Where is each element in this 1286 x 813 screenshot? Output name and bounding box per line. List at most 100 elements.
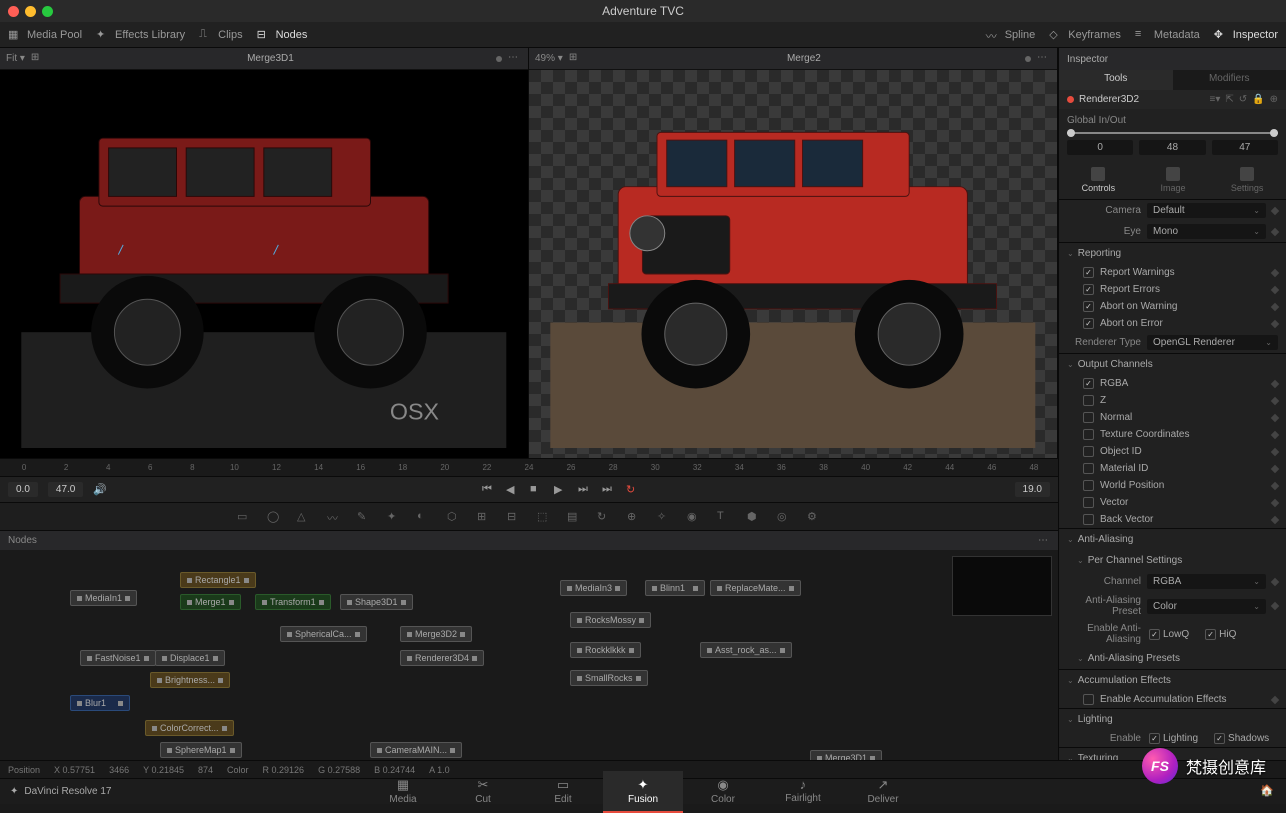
tool-09[interactable]: ⊞	[477, 510, 491, 524]
page-fusion[interactable]: ✦Fusion	[603, 771, 683, 813]
node-spheremap1[interactable]: SphereMap1	[160, 742, 242, 758]
aa-lowq-check[interactable]	[1149, 629, 1160, 640]
tool-07[interactable]: ◐	[417, 510, 431, 524]
outch-kf-3[interactable]	[1271, 430, 1279, 438]
page-cut[interactable]: ✂Cut	[443, 771, 523, 813]
outch-kf-8[interactable]	[1271, 515, 1279, 523]
shadows-check[interactable]	[1214, 733, 1225, 744]
section-accum[interactable]: Accumulation Effects	[1059, 670, 1286, 691]
outch-kf-4[interactable]	[1271, 447, 1279, 455]
node-mediain1[interactable]: MediaIn1	[70, 590, 137, 606]
aa-preset-select[interactable]: Color	[1147, 599, 1266, 614]
viewer1-viewport[interactable]: OSX	[0, 70, 528, 458]
timeline-ruler[interactable]: 0246810121416182022242628303234363840424…	[0, 458, 1058, 476]
node-lock-icon[interactable]: 🔒	[1252, 94, 1264, 105]
node-renderer3d4[interactable]: Renderer3D4	[400, 650, 484, 666]
tool-18[interactable]: ⬢	[747, 510, 761, 524]
outch-kf-5[interactable]	[1271, 464, 1279, 472]
clips-tab[interactable]: ⎍Clips	[199, 28, 242, 42]
range-start[interactable]: 0.0	[8, 482, 38, 497]
subtab-image[interactable]: Image	[1160, 167, 1185, 193]
node-blinn1[interactable]: Blinn1	[645, 580, 705, 596]
node-minimap[interactable]	[952, 556, 1052, 616]
section-per-channel[interactable]: Per Channel Settings	[1059, 550, 1286, 571]
viewer1-dot[interactable]	[496, 56, 502, 62]
aa-channel-kf[interactable]	[1271, 577, 1279, 585]
node-canvas[interactable]: MediaIn1 Rectangle1 Merge1 Transform1 Sh…	[0, 550, 1058, 778]
tool-12[interactable]: ▤	[567, 510, 581, 524]
subtab-settings[interactable]: Settings	[1231, 167, 1264, 193]
outch-check-3[interactable]	[1083, 429, 1094, 440]
eye-kf[interactable]	[1271, 227, 1279, 235]
tool-02[interactable]: ◯	[267, 510, 281, 524]
inspector-tab[interactable]: ✥Inspector	[1214, 28, 1278, 42]
close-window[interactable]	[8, 6, 19, 17]
minimize-window[interactable]	[25, 6, 36, 17]
global-out-val[interactable]: 47	[1212, 140, 1278, 155]
audio-icon[interactable]: 🔊	[93, 483, 107, 497]
viewer2-zoom[interactable]: 49% ▾	[535, 53, 563, 64]
tool-17[interactable]: T	[717, 510, 731, 524]
global-mid-val[interactable]: 48	[1139, 140, 1205, 155]
node-displace1[interactable]: Displace1	[155, 650, 225, 666]
viewer2-dot[interactable]	[1025, 56, 1031, 62]
loop-icon[interactable]: ↻	[626, 483, 640, 497]
lighting-check[interactable]	[1149, 733, 1160, 744]
tool-16[interactable]: ◉	[687, 510, 701, 524]
viewer2-viewport[interactable]	[529, 70, 1057, 458]
tool-10[interactable]: ⊟	[507, 510, 521, 524]
node-merge1[interactable]: Merge1	[180, 594, 241, 610]
section-lighting[interactable]: Lighting	[1059, 709, 1286, 730]
tool-19[interactable]: ◎	[777, 510, 791, 524]
range-end[interactable]: 47.0	[48, 482, 83, 497]
node-blur1[interactable]: Blur1	[70, 695, 130, 711]
node-reset-icon[interactable]: ↺	[1239, 94, 1247, 105]
tool-15[interactable]: ✧	[657, 510, 671, 524]
renderer-type-select[interactable]: OpenGL Renderer	[1147, 335, 1278, 350]
metadata-tab[interactable]: ≡Metadata	[1135, 28, 1200, 42]
page-media[interactable]: ▦Media	[363, 771, 443, 813]
inspector-tab-modifiers[interactable]: Modifiers	[1173, 70, 1286, 90]
tool-04[interactable]: 〰	[327, 510, 341, 524]
viewer1-opts-icon[interactable]: ⋯	[508, 52, 522, 66]
step-back-icon[interactable]: ◀	[506, 483, 520, 497]
nodes-tab[interactable]: ⊟Nodes	[257, 28, 308, 42]
section-reporting[interactable]: Reporting	[1059, 243, 1286, 264]
eye-select[interactable]: Mono	[1147, 224, 1266, 239]
node-versions-icon[interactable]: ≡▾	[1210, 94, 1221, 105]
section-output-channels[interactable]: Output Channels	[1059, 354, 1286, 375]
outch-check-0[interactable]	[1083, 378, 1094, 389]
node-cameramain[interactable]: CameraMAIN...	[370, 742, 462, 758]
node-shape3d1[interactable]: Shape3D1	[340, 594, 413, 610]
tool-13[interactable]: ↻	[597, 510, 611, 524]
keyframes-tab[interactable]: ◇Keyframes	[1049, 28, 1121, 42]
reporting-kf-0[interactable]	[1271, 268, 1279, 276]
page-fairlight[interactable]: ♪Fairlight	[763, 771, 843, 813]
tool-06[interactable]: ✦	[387, 510, 401, 524]
node-replacemate[interactable]: ReplaceMate...	[710, 580, 801, 596]
home-icon[interactable]: 🏠	[1260, 784, 1276, 800]
viewer1-fit[interactable]: Fit ▾	[6, 53, 25, 64]
maximize-window[interactable]	[42, 6, 53, 17]
tool-20[interactable]: ⚙	[807, 510, 821, 524]
reporting-check-1[interactable]	[1083, 284, 1094, 295]
node-pin-icon[interactable]: ⇱	[1225, 94, 1233, 105]
play-icon[interactable]: ▶	[554, 483, 568, 497]
aa-preset-kf[interactable]	[1271, 602, 1279, 610]
aa-hiq-check[interactable]	[1205, 629, 1216, 640]
tool-11[interactable]: ⬚	[537, 510, 551, 524]
outch-check-2[interactable]	[1083, 412, 1094, 423]
node-merge3d2[interactable]: Merge3D2	[400, 626, 472, 642]
outch-check-7[interactable]	[1083, 497, 1094, 508]
node-enable-dot[interactable]	[1067, 96, 1074, 103]
goto-start-icon[interactable]: ⏮	[482, 483, 496, 497]
camera-kf[interactable]	[1271, 206, 1279, 214]
reporting-kf-1[interactable]	[1271, 285, 1279, 293]
reporting-check-0[interactable]	[1083, 267, 1094, 278]
current-frame[interactable]: 19.0	[1015, 482, 1050, 497]
nodes-options-icon[interactable]: ⋯	[1038, 535, 1050, 546]
outch-kf-6[interactable]	[1271, 481, 1279, 489]
viewer1-grid-icon[interactable]: ⊞	[31, 52, 45, 66]
tool-05[interactable]: ✎	[357, 510, 371, 524]
reporting-kf-2[interactable]	[1271, 302, 1279, 310]
